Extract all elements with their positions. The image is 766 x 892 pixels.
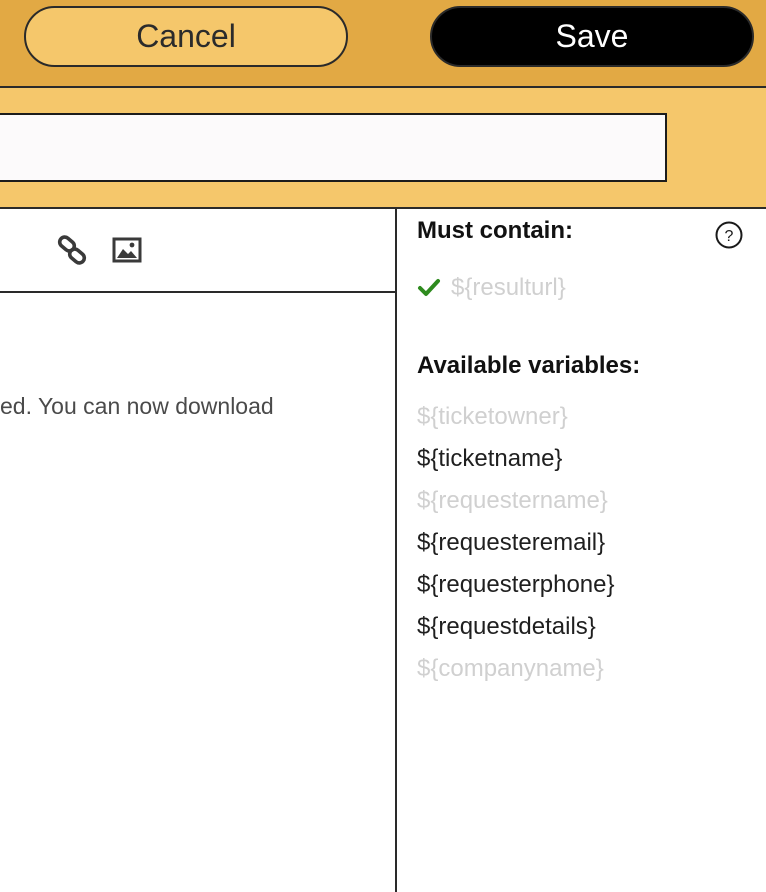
checkmark-icon — [418, 279, 440, 296]
variable-item[interactable]: ${ticketname} — [417, 438, 615, 480]
svg-text:?: ? — [725, 228, 734, 245]
variables-panel: Must contain: ? ${resulturl} Available v… — [397, 209, 766, 892]
required-variable-label: ${resulturl} — [451, 274, 566, 301]
image-icon[interactable] — [112, 235, 142, 265]
message-editor: ed. You can now download — [0, 209, 397, 892]
variable-item[interactable]: ${requesteremail} — [417, 522, 615, 564]
available-variables-heading: Available variables: — [417, 352, 641, 379]
variable-item[interactable]: ${companyname} — [417, 648, 615, 690]
help-icon[interactable]: ? — [714, 220, 744, 250]
subject-bar — [0, 88, 766, 209]
save-button[interactable]: Save — [430, 6, 754, 67]
variable-list: ${ticketowner} ${ticketname} ${requester… — [417, 396, 615, 690]
top-action-bar: Cancel Save — [0, 0, 766, 88]
must-contain-heading: Must contain: — [417, 217, 573, 244]
required-variable: ${resulturl} — [417, 267, 566, 309]
email-body-text[interactable]: ed. You can now download — [0, 393, 274, 420]
variable-item[interactable]: ${requesterphone} — [417, 564, 615, 606]
variable-item[interactable]: ${requestername} — [417, 480, 615, 522]
variable-item[interactable]: ${ticketowner} — [417, 396, 615, 438]
editor-toolbar — [0, 209, 395, 293]
variable-item[interactable]: ${requestdetails} — [417, 606, 615, 648]
subject-input[interactable] — [0, 113, 667, 182]
cancel-button[interactable]: Cancel — [24, 6, 348, 67]
link-icon[interactable] — [57, 235, 87, 265]
